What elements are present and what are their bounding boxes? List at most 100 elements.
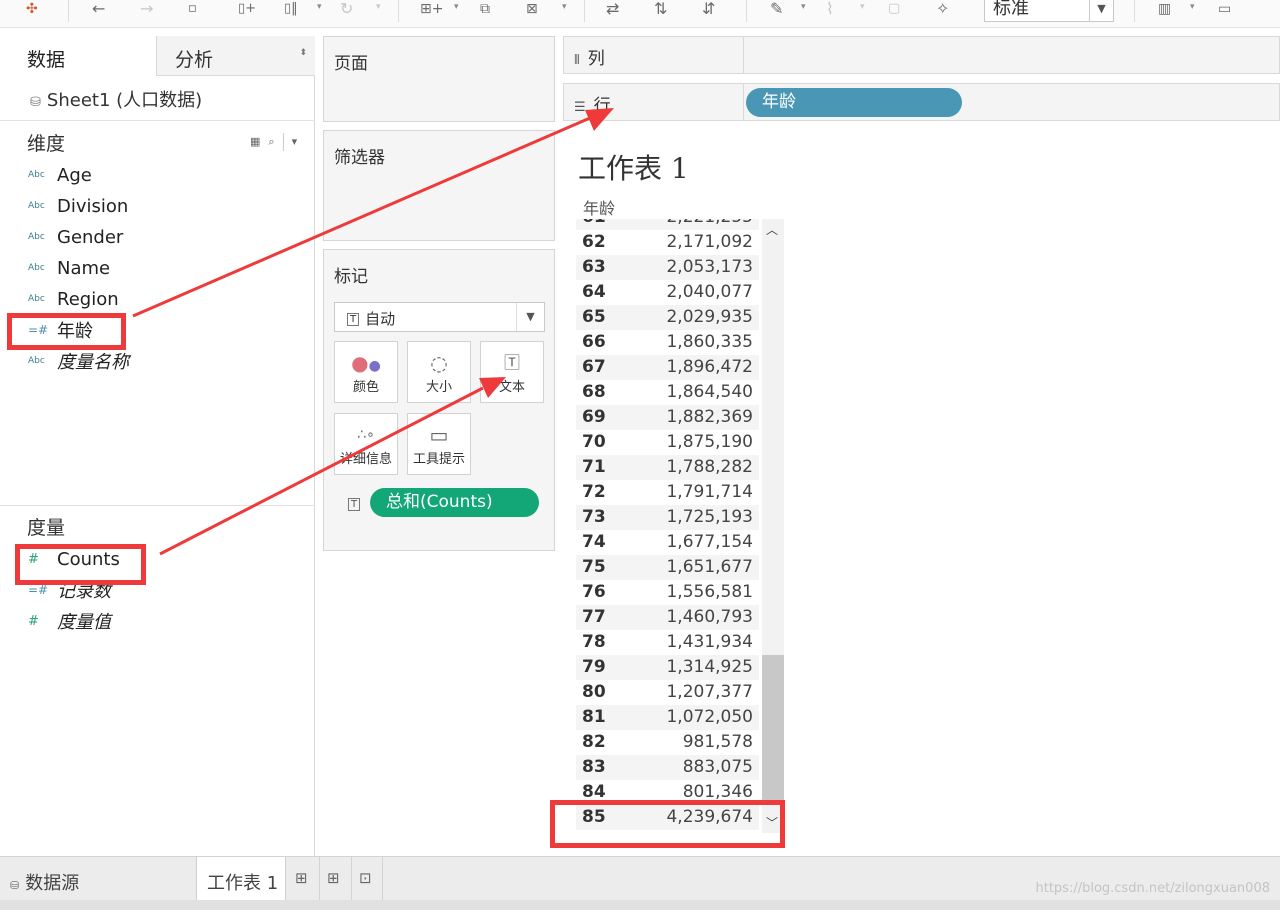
table-row: 73 1,725,193 [576, 505, 759, 530]
refresh-icon[interactable]: ↻ [340, 0, 353, 20]
datasource-tab[interactable]: ⛁ 数据源 [10, 869, 79, 895]
string-type-icon: Abc [28, 294, 45, 304]
sheet-tabs-bar: ⛁ 数据源 工作表 1 ⊞ ⊞ ⊡ https://blog.csdn.net/z… [0, 856, 1280, 901]
field-measure-names[interactable]: Abc 度量名称 [28, 349, 129, 373]
attach-icon[interactable]: ⌇ [826, 0, 834, 20]
row-age: 73 [582, 507, 606, 527]
vertical-scrollbar[interactable]: ︿ ﹀ [762, 219, 784, 833]
highlight-box-counts [15, 544, 146, 585]
counts-sum-pill[interactable]: 总和(Counts) [370, 488, 539, 517]
undo-icon[interactable]: ← [92, 0, 105, 20]
table-row: 70 1,875,190 [576, 430, 759, 455]
field-label: 度量名称 [57, 352, 129, 373]
presentation-icon[interactable]: ▭ [1218, 0, 1231, 20]
tab-divider [382, 857, 383, 901]
columns-icon: ⦀ [574, 53, 580, 68]
tableau-logo-icon[interactable]: ✣ [26, 0, 38, 20]
chevron-up-icon[interactable]: ︿ [766, 221, 778, 238]
tab-data[interactable]: 数据 [0, 36, 156, 76]
save-icon[interactable]: ▫ [188, 0, 197, 20]
table-row: 64 2,040,077 [576, 280, 759, 305]
row-count: 1,072,050 [666, 707, 753, 727]
highlight-icon[interactable]: ✎ [770, 0, 783, 20]
field-region[interactable]: Abc Region [28, 287, 119, 311]
tab-divider [351, 857, 352, 901]
string-type-icon: Abc [28, 356, 45, 366]
new-datasource-icon[interactable]: ▯+ [238, 0, 256, 20]
color-button[interactable]: ●● 颜色 [334, 341, 398, 403]
filters-title: 筛选器 [334, 148, 385, 168]
row-age: 82 [582, 732, 606, 752]
chevron-down-icon[interactable]: ▾ [292, 135, 298, 148]
chevron-down-icon[interactable]: ▾ [860, 2, 865, 12]
new-dashboard-icon[interactable]: ⊞ [327, 869, 340, 887]
new-worksheet-icon[interactable]: ⊞ [295, 869, 308, 887]
list-view-icon[interactable]: ▦ [250, 135, 260, 148]
chevron-down-icon[interactable]: ▾ [376, 2, 381, 12]
mark-type-select[interactable]: T 自动 ▼ [334, 302, 545, 332]
tab-analysis[interactable]: 分析 ⬍ [156, 36, 315, 76]
view-mode-select[interactable]: 标准 ▼ [984, 0, 1114, 22]
table-row: 65 2,029,935 [576, 305, 759, 330]
row-count: 981,578 [682, 732, 753, 752]
field-measure-values[interactable]: # 度量值 [28, 609, 111, 633]
text-table: 61 2,221,255 62 2,171,092 63 2,053,173 64 2,040… [576, 219, 759, 833]
datasource-item[interactable]: ⛁ Sheet1 (人口数据) [30, 86, 202, 112]
rows-label-area: ☰ 行 [564, 84, 744, 120]
sheet-tab-1[interactable]: 工作表 1 [196, 857, 286, 901]
pin-icon[interactable]: ✧ [936, 0, 949, 20]
tab-analysis-label: 分析 [175, 49, 214, 71]
field-gender[interactable]: Abc Gender [28, 225, 123, 249]
chevron-down-icon[interactable]: ▼ [516, 303, 544, 331]
pages-shelf[interactable]: 页面 [323, 36, 555, 122]
columns-shelf[interactable]: ⦀ 列 [563, 36, 1280, 74]
text-button[interactable]: 🅃 文本 [480, 341, 544, 403]
table-row: 62 2,171,092 [576, 230, 759, 255]
age-row-pill[interactable]: 年龄 [746, 88, 962, 117]
updown-arrows-icon[interactable]: ⬍ [299, 48, 307, 58]
field-age[interactable]: Abc Age [28, 163, 92, 187]
chevron-down-icon[interactable]: ▾ [801, 2, 806, 12]
scrollbar-thumb[interactable] [762, 655, 784, 805]
rows-shelf[interactable]: ☰ 行 年龄 [563, 83, 1280, 121]
row-age: 75 [582, 557, 606, 577]
chevron-down-icon[interactable]: ▾ [317, 2, 322, 12]
sort-ascending-icon[interactable]: ⇅ [654, 0, 667, 20]
show-me-icon[interactable]: ▥ [1158, 0, 1171, 20]
row-age: 64 [582, 282, 606, 302]
new-worksheet-icon[interactable]: ⊞+ [420, 0, 443, 20]
toolbar-separator [1134, 0, 1135, 22]
row-age: 74 [582, 532, 606, 552]
row-count: 1,896,472 [666, 357, 753, 377]
text-icon: 🅃 [503, 353, 520, 372]
table-row: 78 1,431,934 [576, 630, 759, 655]
table-row: 79 1,314,925 [576, 655, 759, 680]
table-row: 80 1,207,377 [576, 680, 759, 705]
table-row: 69 1,882,369 [576, 405, 759, 430]
field-name[interactable]: Abc Name [28, 256, 110, 280]
text-label-icon[interactable]: ▢ [888, 0, 900, 20]
highlight-box-total-85 [550, 800, 785, 848]
chevron-down-icon[interactable]: ▾ [562, 2, 567, 12]
size-button[interactable]: ◌ 大小 [407, 341, 471, 403]
new-story-icon[interactable]: ⊡ [359, 869, 372, 887]
field-division[interactable]: Abc Division [28, 194, 128, 218]
search-icon[interactable]: ⌕ [268, 135, 274, 148]
duplicate-sheet-icon[interactable]: ⧉ [480, 0, 490, 20]
tooltip-button[interactable]: ▭ 工具提示 [407, 413, 471, 475]
rows-label: 行 [593, 96, 611, 116]
redo-icon[interactable]: → [140, 0, 153, 20]
chevron-down-icon[interactable]: ▾ [454, 2, 459, 12]
sort-descending-icon[interactable]: ⇵ [702, 0, 715, 20]
chevron-down-icon[interactable]: ▼ [1089, 0, 1113, 21]
marks-title: 标记 [334, 267, 368, 287]
chevron-down-icon[interactable]: ▾ [1190, 2, 1195, 12]
row-age: 76 [582, 582, 606, 602]
detail-button[interactable]: ∴∘ 详细信息 [334, 413, 398, 475]
datasource-tab-label: 数据源 [25, 873, 80, 894]
pause-updates-icon[interactable]: ▯‖ [284, 0, 298, 20]
clear-sheet-icon[interactable]: ⊠ [526, 0, 538, 20]
swap-icon[interactable]: ⇄ [606, 0, 619, 20]
filters-shelf[interactable]: 筛选器 [323, 130, 555, 241]
row-count: 801,346 [682, 782, 753, 802]
